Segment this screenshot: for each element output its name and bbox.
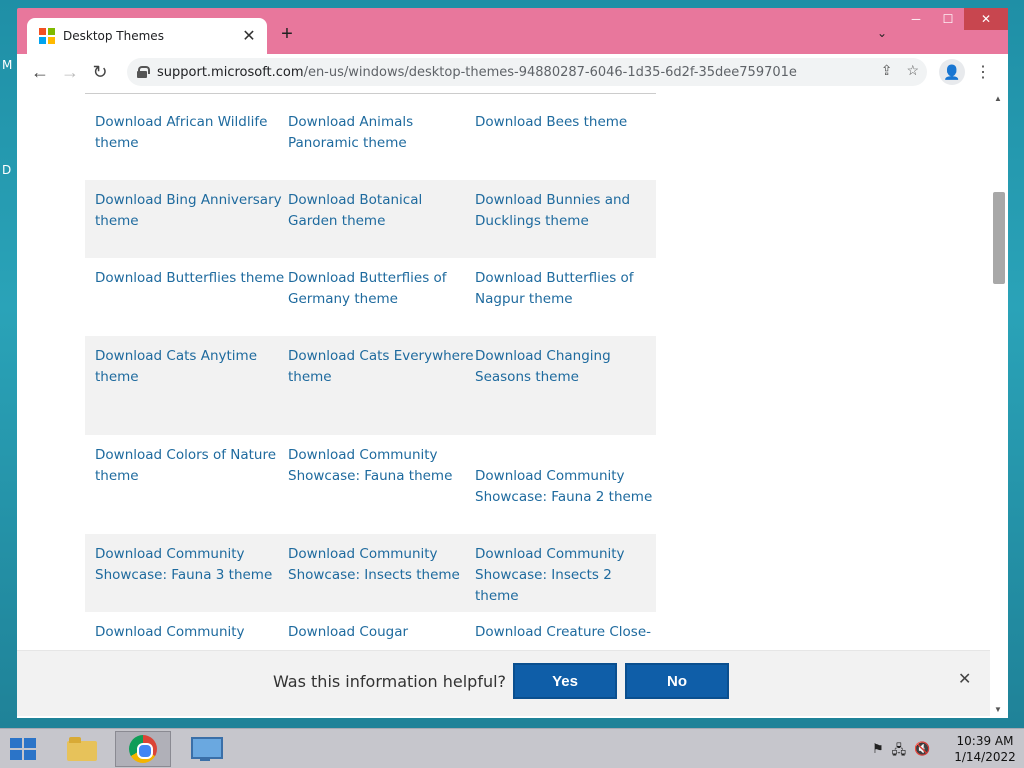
feedback-yes-button[interactable]: Yes	[513, 663, 617, 699]
volume-muted-icon[interactable]: 🔇	[914, 741, 930, 763]
feedback-question: Was this information helpful?	[273, 672, 507, 691]
clock-time: 10:39 AM	[956, 734, 1014, 748]
back-button[interactable]: ←	[25, 57, 55, 87]
tab-title: Desktop Themes	[63, 29, 164, 43]
theme-download-link[interactable]: Download Community Showcase: Insects the…	[288, 544, 475, 612]
table-row: Download African Wildlife theme Download…	[85, 102, 656, 180]
lock-icon[interactable]	[137, 66, 150, 78]
divider	[85, 93, 656, 94]
theme-download-link[interactable]: Download Colors of Nature theme	[95, 445, 288, 534]
theme-download-link[interactable]: Download Bees theme	[475, 112, 655, 180]
minimize-button[interactable]: ─	[900, 8, 932, 30]
browser-menu-icon[interactable]: ⋮	[975, 62, 991, 82]
share-icon[interactable]: ⇪	[881, 62, 893, 79]
page-scrollbar[interactable]: ▲ ▼	[990, 90, 1008, 718]
themes-table: Download African Wildlife theme Download…	[85, 102, 656, 672]
microsoft-logo-icon	[39, 28, 55, 44]
tab-desktop-themes[interactable]: Desktop Themes ✕	[27, 18, 267, 54]
scroll-thumb[interactable]	[993, 192, 1005, 284]
theme-download-link[interactable]: Download Community Showcase: Fauna 3 the…	[95, 544, 288, 612]
taskbar-file-explorer[interactable]	[54, 731, 110, 767]
close-window-button[interactable]: ✕	[964, 8, 1008, 30]
tab-search-icon[interactable]: ⌄	[877, 26, 887, 40]
scroll-up-arrow-icon[interactable]: ▲	[994, 94, 1002, 103]
theme-download-link[interactable]: Download Changing Seasons theme	[475, 346, 655, 435]
table-row: Download Community Showcase: Fauna 3 the…	[85, 534, 656, 612]
browser-toolbar: ← → ↻ support.microsoft.com/en-us/window…	[17, 54, 1008, 90]
chrome-icon	[129, 735, 157, 763]
new-tab-button[interactable]: +	[275, 22, 299, 46]
reload-button[interactable]: ↻	[85, 57, 115, 87]
theme-download-link[interactable]: Download Butterflies theme	[95, 268, 288, 336]
feedback-bar: Was this information helpful? Yes No ✕	[17, 650, 990, 716]
tab-close-icon[interactable]: ✕	[241, 26, 257, 46]
url-host: support.microsoft.com	[157, 64, 304, 80]
scroll-down-arrow-icon[interactable]: ▼	[994, 705, 1002, 714]
desktop-icon-label[interactable]: M	[2, 58, 12, 72]
taskbar-control-panel[interactable]	[177, 731, 233, 767]
theme-download-link[interactable]: Download Bing Anniversary theme	[95, 190, 288, 258]
feedback-no-button[interactable]: No	[625, 663, 729, 699]
table-row: Download Butterflies theme Download Butt…	[85, 258, 656, 336]
taskbar-clock[interactable]: 10:39 AM 1/14/2022	[950, 733, 1020, 765]
url-text[interactable]: support.microsoft.com/en-us/windows/desk…	[157, 65, 797, 80]
bookmark-star-icon[interactable]: ☆	[906, 62, 919, 79]
page-content: Download African Wildlife theme Download…	[17, 90, 990, 718]
address-bar[interactable]: support.microsoft.com/en-us/windows/desk…	[127, 58, 927, 86]
theme-download-link[interactable]: Download African Wildlife theme	[95, 112, 288, 180]
theme-download-link[interactable]: Download Cats Everywhere theme	[288, 346, 475, 435]
theme-download-link[interactable]: Download Community Showcase: Insects 2 t…	[475, 544, 655, 612]
taskbar-chrome[interactable]	[115, 731, 171, 767]
theme-download-link[interactable]: Download Bunnies and Ducklings theme	[475, 190, 655, 258]
theme-download-link[interactable]: Download Butterflies of Nagpur theme	[475, 268, 655, 336]
url-path: /en-us/windows/desktop-themes-94880287-6…	[303, 64, 797, 80]
system-tray: ⚑ 🖧 🔇	[872, 741, 930, 763]
theme-download-link[interactable]: Download Community Showcase: Fauna theme	[288, 445, 475, 534]
title-bar: Desktop Themes ✕ + ⌄ ─ ☐ ✕	[17, 8, 1008, 54]
table-row: Download Cats Anytime theme Download Cat…	[85, 336, 656, 435]
table-row: Download Bing Anniversary theme Download…	[85, 180, 656, 258]
monitor-icon	[190, 736, 223, 762]
action-center-flag-icon[interactable]: ⚑	[872, 741, 884, 763]
taskbar: ⚑ 🖧 🔇 10:39 AM 1/14/2022	[0, 728, 1024, 768]
window-controls: ─ ☐ ✕	[900, 8, 1008, 30]
table-row: Download Colors of Nature theme Download…	[85, 435, 656, 534]
theme-download-link[interactable]: Download Cats Anytime theme	[95, 346, 288, 435]
network-icon[interactable]: 🖧	[892, 741, 907, 763]
theme-download-link[interactable]: Download Community Showcase: Fauna 2 the…	[475, 445, 655, 534]
profile-avatar-icon[interactable]: 👤	[939, 59, 965, 85]
feedback-close-icon[interactable]: ✕	[958, 669, 971, 689]
theme-download-link[interactable]: Download Animals Panoramic theme	[288, 112, 475, 180]
clock-date: 1/14/2022	[954, 750, 1016, 764]
folder-icon	[67, 737, 97, 761]
theme-download-link[interactable]: Download Butterflies of Germany theme	[288, 268, 475, 336]
windows-start-icon[interactable]	[10, 738, 36, 760]
desktop-icon-label[interactable]: D	[2, 163, 11, 177]
maximize-button[interactable]: ☐	[932, 8, 964, 30]
browser-window: Desktop Themes ✕ + ⌄ ─ ☐ ✕ ← → ↻ support…	[17, 8, 1008, 718]
theme-download-link[interactable]: Download Botanical Garden theme	[288, 190, 475, 258]
forward-button[interactable]: →	[55, 57, 85, 87]
